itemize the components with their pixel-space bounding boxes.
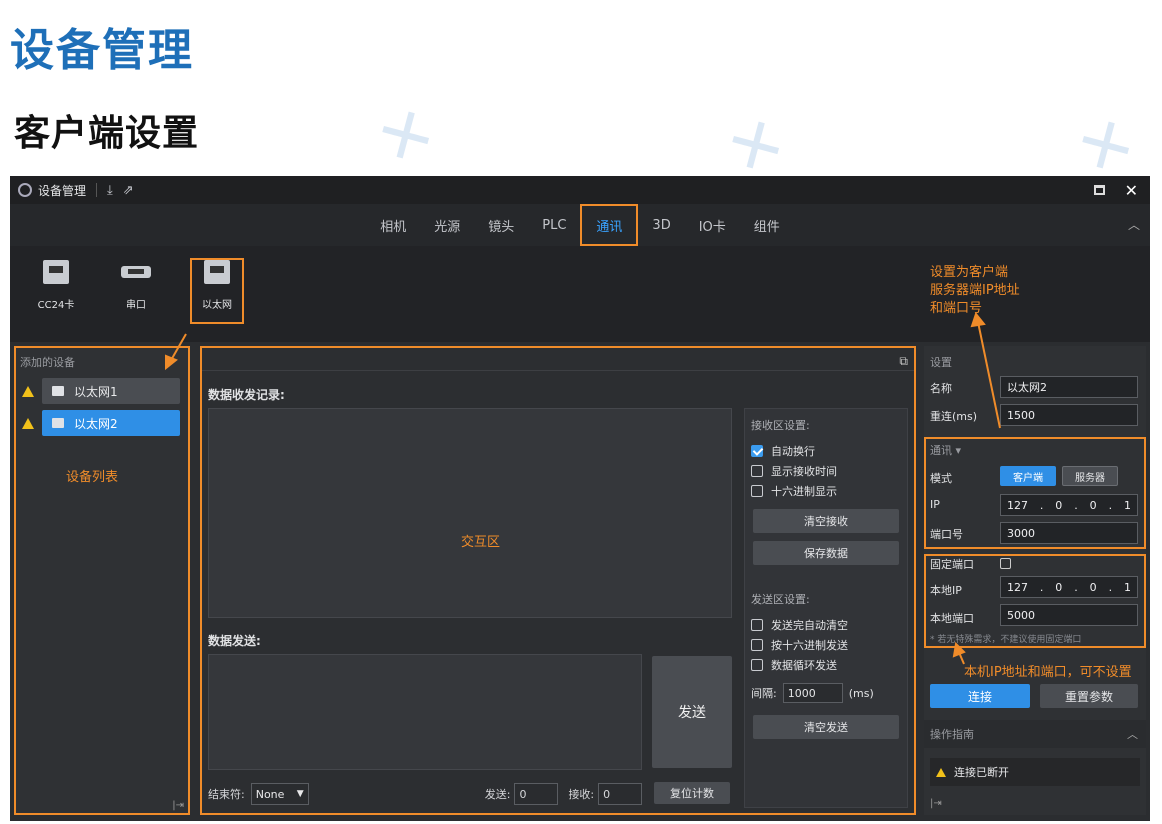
annotation-arrows: [165, 311, 1001, 665]
